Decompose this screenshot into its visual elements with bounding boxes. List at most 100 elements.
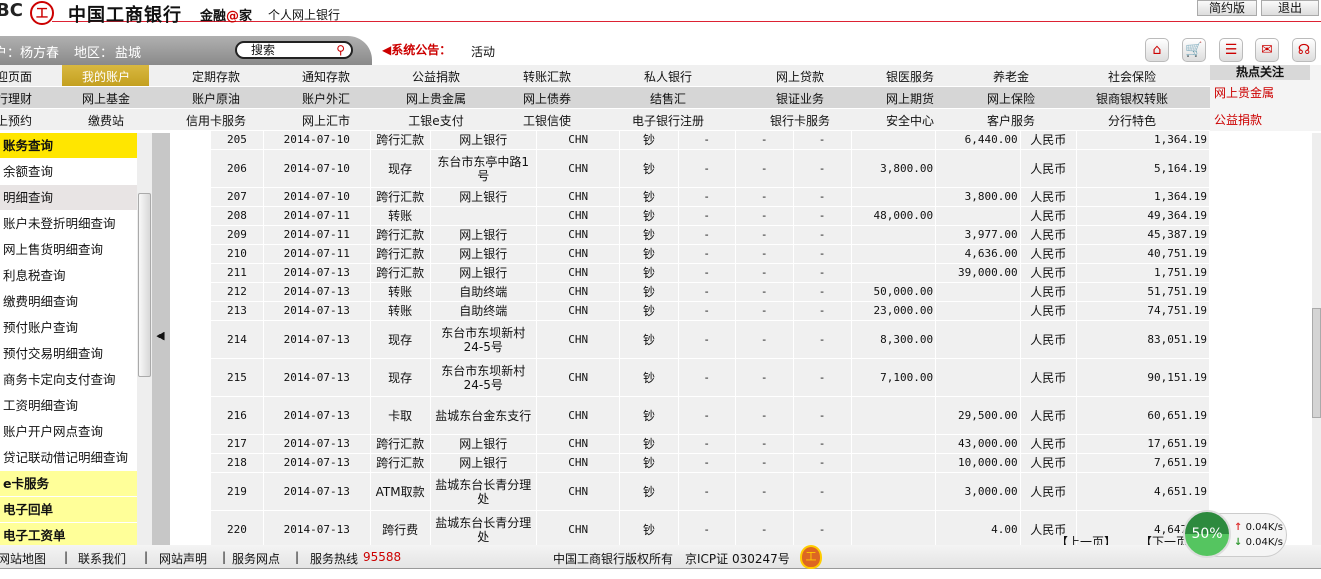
nav-item[interactable]: 定期存款	[192, 68, 240, 85]
simple-version-button[interactable]: 简约版	[1197, 0, 1257, 16]
nav-item[interactable]: 银证业务	[776, 90, 824, 107]
nav-item[interactable]: 网上基金	[82, 90, 130, 107]
table-cell: 现存	[369, 320, 431, 359]
headset-icon[interactable]: ☊	[1292, 38, 1316, 62]
table-cell: 盐城东台金东支行	[429, 396, 537, 435]
table-cell: 人民币	[1019, 225, 1077, 245]
sidebar-item[interactable]: 网上售货明细查询	[0, 237, 137, 263]
footer-link[interactable]: 联系我们	[78, 550, 126, 567]
footer-link[interactable]: 网站地图	[0, 550, 46, 567]
sidebar-item[interactable]: 电子工资单	[0, 523, 137, 545]
sidebar-item[interactable]: 余额查询	[0, 159, 137, 185]
nav-item[interactable]: 转账汇款	[523, 68, 571, 85]
sidebar-item[interactable]: 预付交易明细查询	[0, 341, 137, 367]
cart-icon[interactable]: 🛒	[1182, 38, 1206, 62]
scrollbar-thumb[interactable]	[1312, 308, 1321, 418]
nav-item[interactable]: 上预约	[0, 112, 32, 129]
contacts-icon[interactable]: ☰	[1219, 38, 1243, 62]
table-cell: 2014-07-11	[262, 206, 371, 226]
sidebar-item[interactable]: 商务卡定向支付查询	[0, 367, 137, 393]
sidebar-item[interactable]: 电子回单	[0, 497, 137, 523]
nav-item[interactable]: 网上期货	[886, 90, 934, 107]
nav-item[interactable]: 工银信使	[523, 112, 571, 129]
sidebar-scrollbar[interactable]	[137, 133, 152, 545]
table-cell: -	[792, 396, 852, 435]
sidebar-item[interactable]: 账户未登折明细查询	[0, 211, 137, 237]
nav-item[interactable]: 账户原油	[192, 90, 240, 107]
nav-item[interactable]: 公益捐款	[412, 68, 460, 85]
nav-item[interactable]: 社会保险	[1108, 68, 1156, 85]
table-cell: 钞	[619, 320, 679, 359]
nav-item[interactable]: 安全中心	[886, 112, 934, 129]
sidebar-item[interactable]: 账务查询	[0, 133, 137, 159]
sidebar-item[interactable]: 缴费明细查询	[0, 289, 137, 315]
nav-item[interactable]: 结售汇	[650, 90, 686, 107]
table-cell: 60,651.19	[1075, 396, 1211, 435]
nav-item[interactable]: 银行卡服务	[770, 112, 830, 129]
home-icon[interactable]: ⌂	[1145, 38, 1169, 62]
hot-link[interactable]: 网上贵金属	[1214, 84, 1274, 101]
footer-link[interactable]: 服务网点	[232, 550, 280, 567]
police-badge-icon[interactable]: 工	[800, 545, 822, 569]
nav-item[interactable]: 缴费站	[88, 112, 124, 129]
table-cell: 8,300.00	[850, 320, 937, 359]
nav-item[interactable]: 账户外汇	[302, 90, 350, 107]
nav-item[interactable]: 网上贷款	[776, 68, 824, 85]
sidebar-item[interactable]: 预付账户查询	[0, 315, 137, 341]
scrollbar-thumb[interactable]	[138, 193, 151, 377]
search-icon[interactable]: ⚲	[336, 43, 345, 57]
nav-item[interactable]: 行理财	[0, 90, 32, 107]
logout-button[interactable]: 退出	[1261, 0, 1319, 16]
hot-link[interactable]: 公益捐款	[1214, 111, 1262, 128]
nav-item[interactable]: 迎页面	[0, 68, 32, 85]
sidebar-item[interactable]: 利息税查询	[0, 263, 137, 289]
nav-item[interactable]: 网上保险	[987, 90, 1035, 107]
nav-item[interactable]: 电子银行注册	[632, 112, 704, 129]
sidebar-item[interactable]: 明细查询	[0, 185, 137, 211]
table-cell: CHN	[535, 358, 621, 397]
sidebar-item[interactable]: 账户开户网点查询	[0, 419, 137, 445]
nav-item[interactable]: 网上汇市	[302, 112, 350, 129]
nav-item[interactable]: 银商银权转账	[1096, 90, 1168, 107]
table-cell: 钞	[619, 263, 679, 283]
sidebar-menu: 账务查询 余额查询 明细查询 账户未登折明细查询 网上售货明细查询 利息税查询 缴费明细查询…	[0, 133, 137, 545]
table-cell: 钞	[619, 149, 679, 188]
sidebar-item[interactable]: 贷记联动借记明细查询	[0, 445, 137, 471]
table-cell: -	[734, 225, 794, 245]
sidebar-item[interactable]: e卡服务	[0, 471, 137, 497]
nav-item[interactable]: 网上债券	[523, 90, 571, 107]
nav-item[interactable]: 客户服务	[987, 112, 1035, 129]
table-cell: CHN	[535, 130, 621, 150]
nav-item[interactable]: 信用卡服务	[186, 112, 246, 129]
search-input[interactable]: 搜索 ⚲	[235, 41, 353, 59]
table-cell: CHN	[535, 187, 621, 207]
table-row: 211 2014-07-13 跨行汇款 网上银行 CHN 钞 - - -39,000.00 人民币…	[210, 263, 1211, 283]
notice-text[interactable]: 活动	[471, 43, 495, 60]
sidebar-item[interactable]: 工资明细查询	[0, 393, 137, 419]
table-cell: 现存	[369, 358, 431, 397]
table-cell: 跨行汇款	[369, 187, 431, 207]
memory-usage-ball[interactable]: 50%	[1183, 510, 1231, 558]
nav-item[interactable]: 通知存款	[302, 68, 350, 85]
table-cell: -	[677, 358, 736, 397]
table-cell: 215	[210, 358, 264, 397]
nav-item[interactable]: 工银e支付	[408, 112, 463, 129]
nav-row-3: 上预约 缴费站 信用卡服务 网上汇市 工银e支付 工银信使 电子银行注册 银行卡…	[0, 109, 1210, 130]
nav-item[interactable]: 分行特色	[1108, 112, 1156, 129]
table-cell: 3,000.00	[935, 472, 1021, 511]
nav-item[interactable]: 养老金	[993, 68, 1029, 85]
nav-item-my-account[interactable]: 我的账户	[82, 68, 130, 85]
mail-download-icon[interactable]: ✉	[1255, 38, 1279, 62]
collapse-arrow-icon[interactable]: ◀	[156, 329, 164, 342]
table-cell: -	[734, 244, 794, 264]
nav-item[interactable]: 网上贵金属	[406, 90, 466, 107]
table-cell: -	[677, 225, 736, 245]
table-cell: 钞	[619, 282, 679, 302]
table-cell: 人民币	[1019, 320, 1077, 359]
nav-item[interactable]: 私人银行	[644, 68, 692, 85]
nav-item[interactable]: 银医服务	[886, 68, 934, 85]
footer-link[interactable]: 网站声明	[159, 550, 207, 567]
table-row: 217 2014-07-13 跨行汇款 网上银行 CHN 钞 - - -43,000.00 人民币…	[210, 434, 1211, 454]
content-scrollbar[interactable]	[1312, 133, 1321, 545]
sidebar-splitter[interactable]: ◀	[152, 133, 170, 545]
